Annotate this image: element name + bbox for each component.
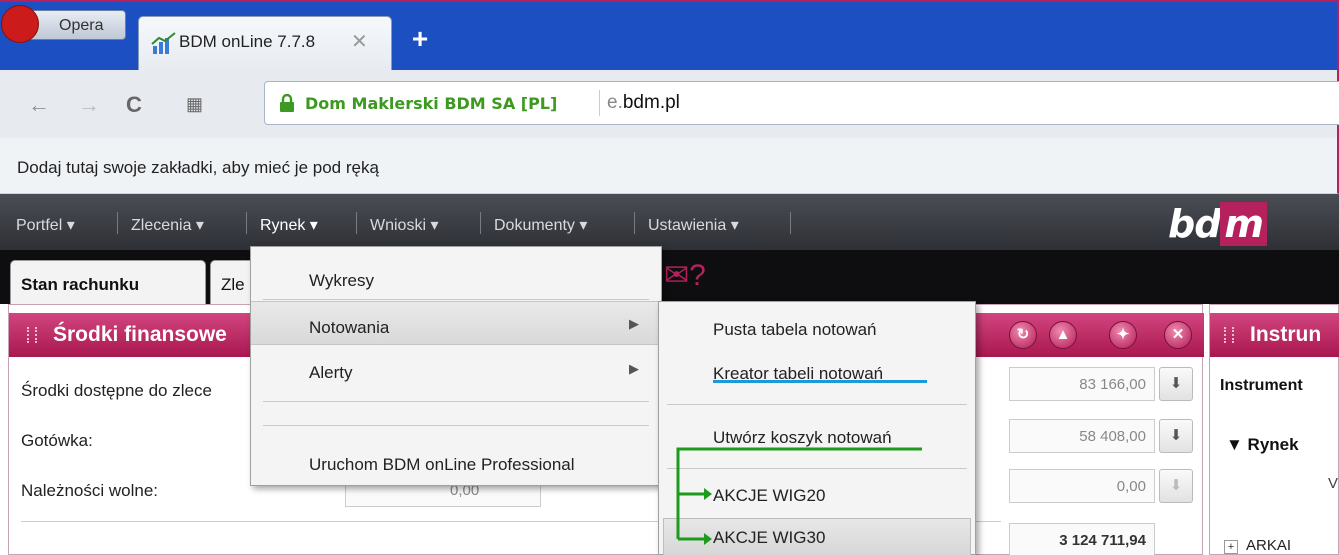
download-icon[interactable]: ⬇ xyxy=(1159,419,1193,453)
menu-separator xyxy=(667,468,967,469)
instrument-name: ARKAI xyxy=(1246,537,1292,554)
submenu-arrow-icon: ▶ xyxy=(629,361,639,376)
menu-item-uruchom-professional[interactable]: Uruchom BDM onLine Professional xyxy=(251,439,661,483)
menu-separator xyxy=(246,212,247,234)
tab-label: Zle xyxy=(221,275,245,294)
instrument-label: Instrument xyxy=(1220,377,1303,394)
site-identity: Dom Maklerski BDM SA [PL] xyxy=(305,94,558,113)
menu-separator xyxy=(263,425,649,426)
menu-item-label: Uruchom BDM onLine Professional xyxy=(309,455,575,474)
app-menu-bar: Portfel ▾ Zlecenia ▾ Rynek ▾ Wnioski ▾ D… xyxy=(0,194,1339,250)
menu-item-label: Notowania xyxy=(309,318,390,337)
bdm-logo: bd m xyxy=(1168,202,1268,246)
panel-instrumenty: Instrun Instrument ▼ Rynek V + ARKAI xyxy=(1209,304,1339,555)
bookmarks-bar: Dodaj tutaj swoje zakładki, aby mieć je … xyxy=(0,138,1339,194)
url-prefix: e. xyxy=(607,92,623,113)
browser-tab[interactable]: BDM onLine 7.7.8 ✕ xyxy=(138,16,392,74)
download-icon[interactable]: ⬇ xyxy=(1159,367,1193,401)
value-gotowka: 58 408,00 xyxy=(1009,419,1155,453)
url-text: e.bdm.pl xyxy=(607,92,680,114)
menu-dokumenty[interactable]: Dokumenty ▾ xyxy=(494,215,587,235)
logo-m: m xyxy=(1220,202,1268,246)
message-help-icons[interactable]: ✉? xyxy=(664,258,706,293)
menu-item-label: Wykresy xyxy=(309,271,375,290)
menu-separator xyxy=(117,212,118,234)
menu-item-alerty[interactable]: Alerty ▶ xyxy=(251,347,661,391)
menu-item-notowania[interactable]: Notowania ▶ xyxy=(251,301,661,345)
submenu-akcje-wig30[interactable]: AKCJE WIG30 xyxy=(713,528,825,548)
menu-separator xyxy=(667,404,967,405)
address-bar[interactable]: Dom Maklerski BDM SA [PL] e.bdm.pl xyxy=(264,81,1339,125)
close-icon[interactable]: ✕ xyxy=(1164,321,1192,349)
back-icon[interactable]: ← xyxy=(28,92,50,118)
column-header: V xyxy=(1328,475,1339,492)
menu-separator xyxy=(790,212,791,234)
browser-navbar: ← → C ▦ Dom Maklerski BDM SA [PL] e.bdm.… xyxy=(0,70,1339,138)
drag-grip-icon[interactable] xyxy=(1224,327,1234,343)
address-separator xyxy=(599,90,600,116)
download-icon[interactable]: ⬇ xyxy=(1159,469,1193,503)
rynek-group[interactable]: ▼ Rynek xyxy=(1226,435,1299,455)
menu-separator xyxy=(263,299,649,300)
lock-icon xyxy=(280,94,294,112)
opera-menu-button[interactable]: Opera xyxy=(1,5,126,43)
panel-header: Instrun xyxy=(1210,313,1339,357)
rynek-dropdown-menu: Wykresy Notowania ▶ Alerty ▶ Uruchom BDM o… xyxy=(250,246,662,486)
notowania-submenu: Pusta tabela notowań Kreator tabeli noto… xyxy=(658,301,976,555)
value-naleznosci: 0,00 xyxy=(1009,469,1155,503)
new-tab-icon[interactable]: + xyxy=(406,25,434,54)
row-label-srodki: Środki dostępne do zlece xyxy=(21,381,212,400)
menu-item-wykresy[interactable]: Wykresy xyxy=(251,255,661,299)
reload-icon[interactable]: C xyxy=(126,92,142,118)
tab-stan-rachunku[interactable]: Stan rachunku xyxy=(10,260,206,304)
menu-item-label: Alerty xyxy=(309,363,353,382)
expand-icon[interactable]: + xyxy=(1224,540,1238,554)
row-label-gotowka: Gotówka: xyxy=(21,431,93,450)
value-total: 3 124 711,94 xyxy=(1009,523,1155,555)
menu-portfel[interactable]: Portfel ▾ xyxy=(16,215,75,235)
menu-wnioski[interactable]: Wnioski ▾ xyxy=(370,215,438,235)
refresh-icon[interactable]: ↻ xyxy=(1009,321,1037,349)
value-srodki: 83 166,00 xyxy=(1009,367,1155,401)
logo-text: bd xyxy=(1168,202,1221,246)
submenu-utworz-koszyk[interactable]: Utwórz koszyk notowań xyxy=(713,428,892,448)
menu-rynek[interactable]: Rynek ▾ xyxy=(260,215,318,235)
tab-close-icon[interactable]: ✕ xyxy=(351,29,368,54)
menu-ustawienia[interactable]: Ustawienia ▾ xyxy=(648,215,739,235)
opera-label: Opera xyxy=(59,17,104,34)
forward-icon[interactable]: → xyxy=(78,92,100,118)
row-label-naleznosci: Należności wolne: xyxy=(21,481,159,500)
menu-separator xyxy=(634,212,635,234)
bar-chart-icon xyxy=(151,32,176,54)
panel-title: Instrun xyxy=(1250,323,1322,346)
highlight-underline xyxy=(713,380,927,383)
bookmarks-hint: Dodaj tutaj swoje zakładki, aby mieć je … xyxy=(17,158,379,177)
speed-dial-icon[interactable]: ▦ xyxy=(186,94,203,115)
submenu-arrow-icon: ▶ xyxy=(629,316,639,331)
tab-label: Stan rachunku xyxy=(21,275,140,294)
list-item[interactable]: + ARKAI xyxy=(1224,537,1291,554)
menu-separator xyxy=(480,212,481,234)
collapse-icon[interactable]: ▲ xyxy=(1049,321,1077,349)
opera-logo-icon xyxy=(1,5,39,43)
menu-zlecenia[interactable]: Zlecenia ▾ xyxy=(131,215,204,235)
url-domain: bdm.pl xyxy=(622,92,680,113)
pin-icon[interactable]: ✦ xyxy=(1109,321,1137,349)
browser-titlebar: Opera BDM onLine 7.7.8 ✕ + xyxy=(0,0,1339,74)
submenu-akcje-wig20[interactable]: AKCJE WIG20 xyxy=(713,486,825,506)
menu-separator xyxy=(263,401,649,402)
tab-title: BDM onLine 7.7.8 xyxy=(179,32,316,51)
submenu-pusta-tabela[interactable]: Pusta tabela notowań xyxy=(713,320,877,340)
drag-grip-icon[interactable] xyxy=(27,327,37,343)
panel-title: Środki finansowe xyxy=(53,323,227,346)
menu-separator xyxy=(356,212,357,234)
